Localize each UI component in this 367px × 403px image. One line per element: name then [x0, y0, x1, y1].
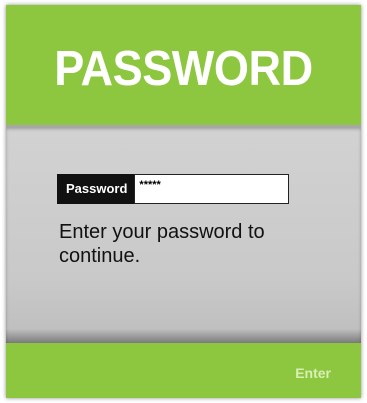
panel-shadow [6, 329, 361, 343]
password-field[interactable] [134, 174, 290, 204]
main-panel: Password Enter your password to continue… [6, 125, 361, 343]
instruction-text: Enter your password to continue. [59, 221, 265, 267]
page-title: PASSWORD [54, 42, 313, 96]
footer-bar: Enter [6, 343, 361, 398]
header-bar: PASSWORD [6, 5, 361, 125]
password-dialog: PASSWORD Password Enter your password to… [6, 5, 361, 398]
password-label: Password [57, 174, 135, 204]
password-row: Password [57, 174, 290, 204]
enter-button[interactable]: Enter [295, 365, 331, 381]
